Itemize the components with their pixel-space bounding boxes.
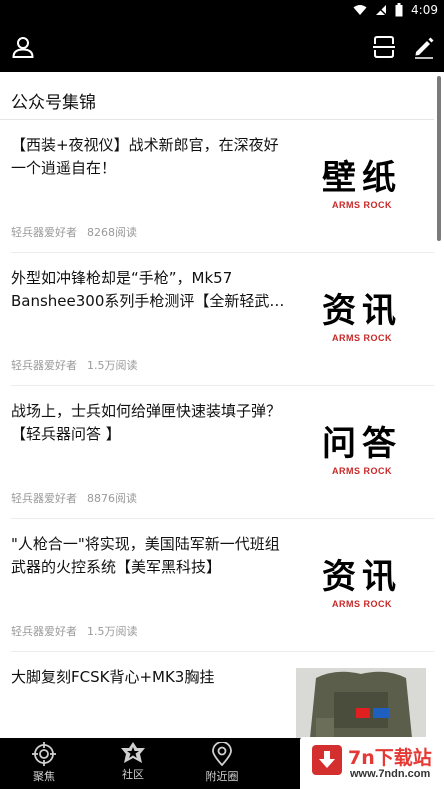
nav-item-focus[interactable]: 聚焦 bbox=[9, 742, 79, 786]
article-thumbnail[interactable]: 壁纸 ARMS ROCK bbox=[300, 142, 424, 226]
article-list-panel[interactable]: 公众号集锦 【西装+夜视仪】战术新郎官，在深夜好一个逍遥自在！ 轻兵器爱好者 82… bbox=[0, 72, 444, 738]
article-item[interactable]: 【西装+夜视仪】战术新郎官，在深夜好一个逍遥自在！ 轻兵器爱好者 8268阅读 壁… bbox=[0, 120, 434, 253]
thumbnail-caption: 问答 bbox=[322, 424, 402, 464]
article-meta: 轻兵器爱好者 8268阅读 bbox=[11, 224, 137, 240]
no-sim-icon bbox=[375, 4, 387, 16]
article-author: 轻兵器爱好者 bbox=[11, 625, 77, 638]
thumbnail-brand: ARMS ROCK bbox=[332, 599, 392, 609]
article-thumbnail[interactable]: 资讯 ARMS ROCK bbox=[300, 541, 424, 625]
scan-button[interactable] bbox=[370, 33, 398, 61]
article-reads: 1.5万阅读 bbox=[87, 359, 138, 372]
article-photo-thumbnail[interactable] bbox=[296, 668, 426, 738]
article-title[interactable]: 大脚复刻FCSK背心+MK3胸挂 bbox=[11, 666, 293, 689]
compose-button[interactable] bbox=[410, 33, 438, 61]
article-title[interactable]: 外型如冲锋枪却是“手枪”，Mk57 Banshee300系列手枪测评【全新轻武… bbox=[11, 267, 293, 313]
scrollbar[interactable] bbox=[437, 76, 441, 241]
article-thumbnail[interactable]: 问答 ARMS ROCK bbox=[300, 408, 424, 492]
thumbnail-brand: ARMS ROCK bbox=[332, 333, 392, 343]
article-reads: 8268阅读 bbox=[87, 226, 137, 239]
article-title[interactable]: "人枪合一"将实现，美国陆军新一代班组武器的火控系统【美军黑科技】 bbox=[11, 533, 293, 579]
status-time: 4:09 bbox=[411, 3, 438, 17]
watermark-url: www.7ndn.com bbox=[350, 768, 431, 780]
thumbnail-caption: 资讯 bbox=[322, 291, 402, 331]
scan-icon bbox=[373, 36, 395, 58]
article-item[interactable]: 战场上，士兵如何给弹匣快速装填子弹？【轻兵器问答 】 轻兵器爱好者 8876阅读 … bbox=[0, 386, 434, 519]
thumbnail-caption: 资讯 bbox=[322, 557, 402, 597]
site-watermark: 7n下载站 www.7ndn.com bbox=[300, 737, 444, 789]
nav-label: 附近圈 bbox=[205, 770, 239, 783]
location-pin-icon bbox=[212, 742, 232, 766]
vest-photo-icon bbox=[296, 668, 426, 738]
article-item[interactable]: 外型如冲锋枪却是“手枪”，Mk57 Banshee300系列手枪测评【全新轻武…… bbox=[0, 253, 434, 386]
battery-icon bbox=[395, 3, 403, 17]
thumbnail-brand: ARMS ROCK bbox=[332, 466, 392, 476]
article-meta: 轻兵器爱好者 8876阅读 bbox=[11, 490, 137, 506]
status-icons: 4:09 bbox=[353, 3, 438, 17]
article-author: 轻兵器爱好者 bbox=[11, 359, 77, 372]
nav-item-nearby[interactable]: 附近圈 bbox=[187, 742, 257, 786]
status-bar: 4:09 bbox=[0, 0, 444, 22]
download-arrow-icon bbox=[312, 745, 342, 775]
nav-item-community[interactable]: 社区 bbox=[98, 742, 168, 786]
article-author: 轻兵器爱好者 bbox=[11, 226, 77, 239]
target-icon bbox=[32, 742, 56, 766]
thumbnail-caption: 壁纸 bbox=[322, 158, 402, 198]
section-title: 公众号集锦 bbox=[11, 93, 96, 113]
article-meta: 轻兵器爱好者 1.5万阅读 bbox=[11, 623, 138, 639]
article-reads: 1.5万阅读 bbox=[87, 625, 138, 638]
article-thumbnail[interactable]: 资讯 ARMS ROCK bbox=[300, 275, 424, 359]
thumbnail-brand: ARMS ROCK bbox=[332, 200, 392, 210]
article-meta: 轻兵器爱好者 1.5万阅读 bbox=[11, 357, 138, 373]
edit-icon bbox=[415, 37, 434, 59]
user-icon bbox=[12, 37, 34, 58]
article-title[interactable]: 战场上，士兵如何给弹匣快速装填子弹？【轻兵器问答 】 bbox=[11, 400, 293, 446]
article-item[interactable]: "人枪合一"将实现，美国陆军新一代班组武器的火控系统【美军黑科技】 轻兵器爱好者… bbox=[0, 519, 434, 652]
article-title[interactable]: 【西装+夜视仪】战术新郎官，在深夜好一个逍遥自在！ bbox=[11, 134, 293, 180]
nav-label: 聚焦 bbox=[33, 770, 55, 783]
article-author: 轻兵器爱好者 bbox=[11, 492, 77, 505]
watermark-name: 7n下载站 bbox=[348, 747, 432, 769]
profile-button[interactable] bbox=[9, 33, 37, 61]
article-reads: 8876阅读 bbox=[87, 492, 137, 505]
star-badge-icon bbox=[121, 742, 145, 763]
nav-label: 社区 bbox=[122, 768, 144, 781]
wifi-icon bbox=[353, 5, 367, 15]
app-bar bbox=[0, 22, 444, 72]
